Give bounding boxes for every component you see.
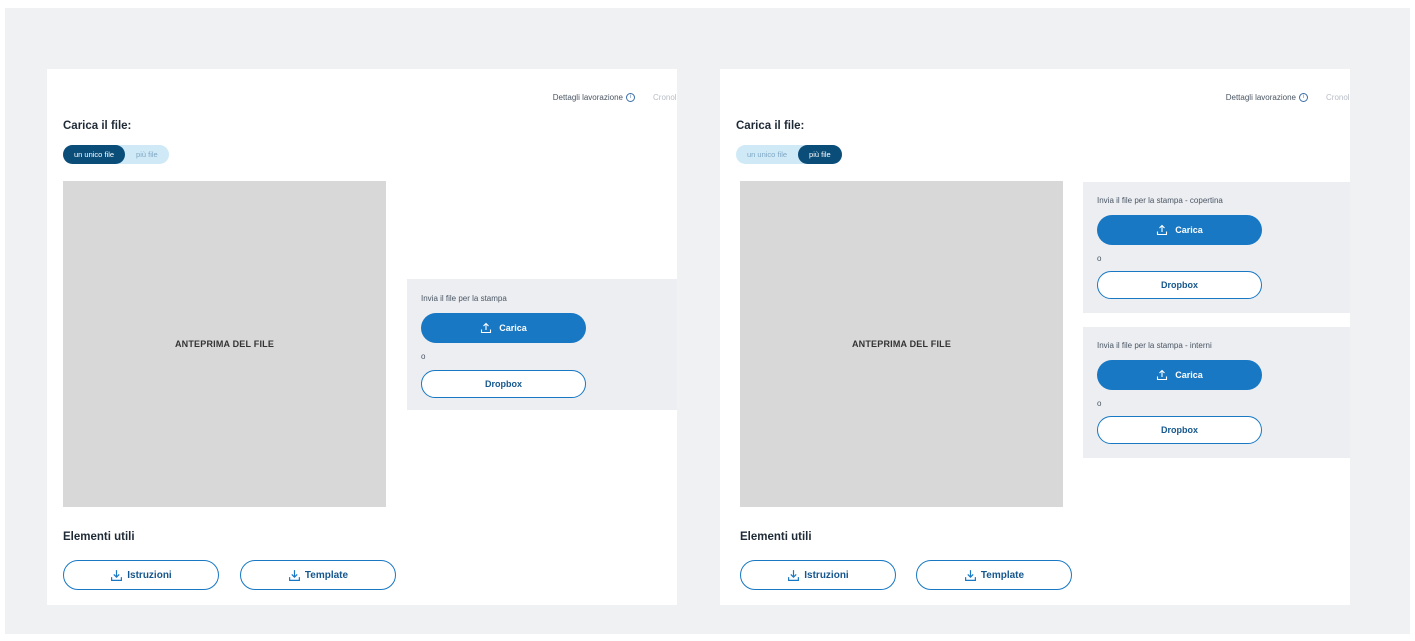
download-icon [964,569,976,581]
file-mode-toggle: un unico file più file [63,145,169,164]
dropbox-button[interactable]: Dropbox [1097,416,1262,444]
dropbox-button-label: Dropbox [1161,425,1198,435]
cronologia-link[interactable]: Cronol [653,93,677,102]
carica-button-label: Carica [1175,225,1203,235]
dropbox-button-label: Dropbox [1161,280,1198,290]
page-background: Dettagli lavorazione i Cronol Carica il … [5,8,1410,634]
info-icon: i [1299,92,1308,102]
dropbox-button[interactable]: Dropbox [1097,271,1262,299]
template-button[interactable]: Template [916,560,1072,590]
details-link[interactable]: Dettagli lavorazione i [1225,92,1308,102]
upload-box-label: Invia il file per la stampa [421,294,507,303]
istruzioni-button-label: Istruzioni [127,569,172,581]
details-link-label: Dettagli lavorazione [1225,92,1296,102]
download-icon [111,569,123,581]
file-preview-label: ANTEPRIMA DEL FILE [851,339,952,349]
upload-box-label: Invia il file per la stampa - interni [1097,341,1212,350]
cronologia-link[interactable]: Cronol [1326,93,1350,102]
file-preview: ANTEPRIMA DEL FILE [740,181,1063,507]
upload-icon [481,322,492,334]
template-button-label: Template [980,569,1025,581]
upload-icon [1157,224,1168,236]
carica-button[interactable]: Carica [1097,360,1262,390]
top-links: Dettagli lavorazione i Cronol [1226,90,1350,104]
details-link[interactable]: Dettagli lavorazione i [552,92,635,102]
upload-title: Carica il file: [63,120,132,132]
dropbox-button-label: Dropbox [485,379,522,389]
upload-icon [1157,369,1168,381]
toggle-single-file[interactable]: un unico file [63,145,126,164]
download-icon [288,569,300,581]
template-button[interactable]: Template [240,560,396,590]
upload-title: Carica il file: [736,120,805,132]
carica-button[interactable]: Carica [421,313,586,343]
istruzioni-button-label: Istruzioni [804,569,849,581]
details-link-label: Dettagli lavorazione [552,92,623,102]
info-icon: i [626,92,635,102]
carica-button[interactable]: Carica [1097,215,1262,245]
or-label: o [1097,399,1102,408]
upload-box-label: Invia il file per la stampa - copertina [1097,196,1223,205]
carica-button-label: Carica [1175,370,1203,380]
useful-elements-title: Elementi utili [63,531,135,543]
file-preview: ANTEPRIMA DEL FILE [63,181,386,507]
upload-box: Invia il file per la stampa Carica o Dro… [407,279,677,410]
toggle-multiple-files[interactable]: più file [125,145,169,164]
istruzioni-button[interactable]: Istruzioni [63,560,219,590]
toggle-multiple-files[interactable]: più file [798,145,842,164]
carica-button-label: Carica [499,323,527,333]
download-icon [788,569,800,581]
upload-box-interior: Invia il file per la stampa - interni Ca… [1083,327,1350,458]
istruzioni-button[interactable]: Istruzioni [740,560,896,590]
upload-panel-single: Dettagli lavorazione i Cronol Carica il … [47,69,677,605]
dropbox-button[interactable]: Dropbox [421,370,586,398]
upload-box-cover: Invia il file per la stampa - copertina … [1083,182,1350,313]
toggle-single-file[interactable]: un unico file [736,145,798,164]
file-mode-toggle: un unico file più file [736,145,842,164]
upload-panel-multiple: Dettagli lavorazione i Cronol Carica il … [720,69,1350,605]
top-links: Dettagli lavorazione i Cronol [553,90,677,104]
file-preview-label: ANTEPRIMA DEL FILE [174,339,275,349]
or-label: o [421,352,426,361]
or-label: o [1097,254,1102,263]
template-button-label: Template [304,569,349,581]
useful-elements-title: Elementi utili [740,531,812,543]
